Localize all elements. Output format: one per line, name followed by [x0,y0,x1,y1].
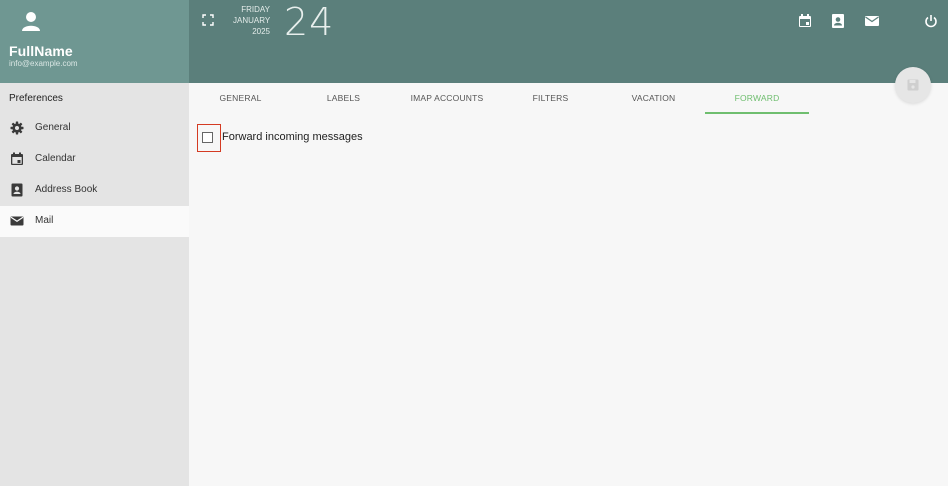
weekday: FRIDAY [241,5,270,14]
sidebar-title: Preferences [9,93,63,104]
forward-option-row: Forward incoming messages [197,124,397,152]
tab-imap-accounts[interactable]: IMAP ACCOUNTS [395,83,499,114]
top-bar: FRIDAY JANUARY 2025 24 [189,0,948,83]
sidebar: Preferences General Calendar Address Boo… [0,83,189,486]
preferences-tabs: GENERAL LABELS IMAP ACCOUNTS FILTERS VAC… [189,83,948,115]
date-text: FRIDAY JANUARY 2025 [233,4,270,37]
save-icon [907,79,919,91]
tab-vacation[interactable]: VACATION [602,83,705,114]
sidebar-item-label: Mail [35,215,54,226]
sidebar-item-label: Calendar [35,153,76,164]
sidebar-item-calendar[interactable]: Calendar [0,144,189,175]
sidebar-item-general[interactable]: General [0,113,189,144]
user-avatar-icon [22,12,40,31]
user-panel: FullName info@example.com [0,0,189,83]
contacts-icon[interactable] [830,13,846,29]
mail-icon[interactable] [864,13,880,29]
user-email: info@example.com [9,59,78,68]
sidebar-item-label: Address Book [35,184,98,195]
month: JANUARY [233,16,271,25]
tab-filters[interactable]: FILTERS [499,83,602,114]
tab-forward[interactable]: FORWARD [705,83,809,114]
calendar-icon [11,152,23,165]
gear-icon [10,121,24,135]
tab-general[interactable]: GENERAL [189,83,292,114]
sidebar-item-label: General [35,122,71,133]
sidebar-item-address-book[interactable]: Address Book [0,175,189,206]
day-number: 24 [284,0,335,44]
mail-icon [10,216,24,226]
contacts-icon [11,183,23,197]
tab-labels[interactable]: LABELS [292,83,395,114]
save-button[interactable] [895,67,931,103]
power-icon[interactable] [923,13,939,29]
forward-incoming-checkbox[interactable] [202,132,213,143]
forward-incoming-label[interactable]: Forward incoming messages [222,131,363,143]
sidebar-item-mail[interactable]: Mail [0,206,189,237]
fullscreen-icon[interactable] [201,13,215,27]
year: 2025 [252,27,270,36]
calendar-icon[interactable] [797,13,813,29]
user-name: FullName [9,43,73,59]
